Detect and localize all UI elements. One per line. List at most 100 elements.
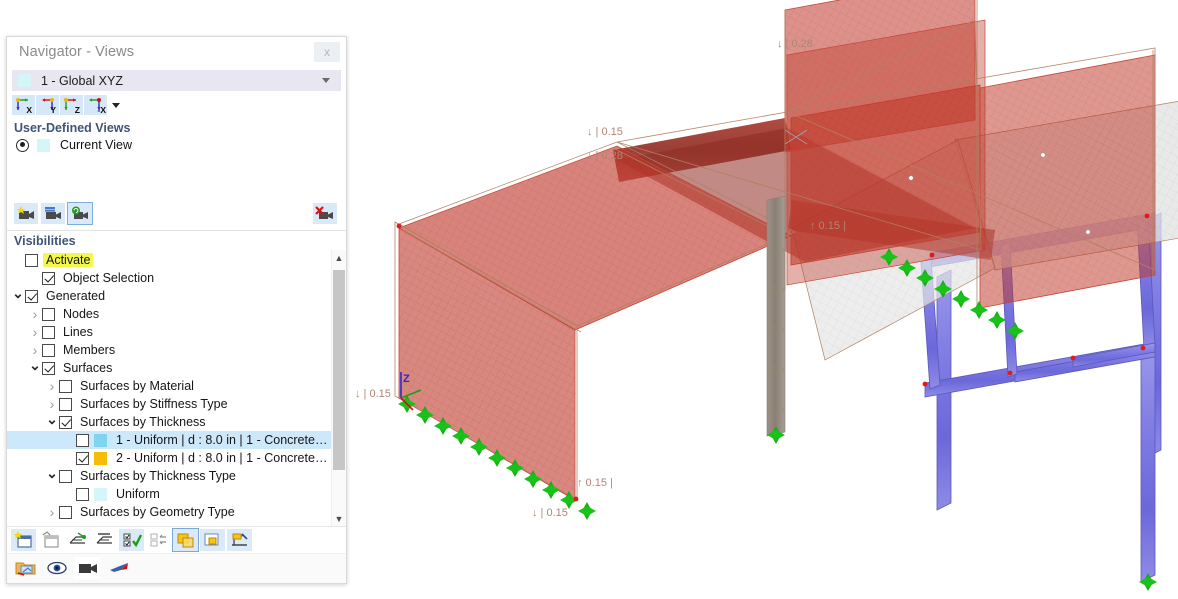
tree-item-checkbox[interactable]	[76, 488, 89, 501]
tree-item-label: Surfaces by Geometry Type	[77, 505, 238, 519]
single-visibility-icon[interactable]	[200, 529, 225, 551]
tree-item-label: Surfaces by Thickness Type	[77, 469, 239, 483]
tree-item-checkbox[interactable]	[25, 254, 38, 267]
tree-item-checkbox[interactable]	[42, 308, 55, 321]
tree-item-color-swatch	[94, 488, 107, 501]
scroll-up-icon[interactable]: ▲	[332, 250, 346, 265]
new-visibility-icon[interactable]	[11, 529, 36, 551]
tree-item-checkbox[interactable]	[42, 326, 55, 339]
view-neg-x-button[interactable]: -X	[84, 95, 107, 115]
tree-item-checkbox[interactable]	[42, 362, 55, 375]
tree-item[interactable]: Nodes	[7, 305, 331, 323]
axis-view-toolbar: X Y Z	[7, 93, 346, 118]
visibilities-heading: Visibilities	[7, 231, 346, 250]
tree-item-label: Generated	[43, 289, 108, 303]
hide-objects-icon[interactable]	[92, 529, 117, 551]
tree-item-label: Nodes	[60, 307, 102, 321]
view-z-letter: Z	[75, 106, 80, 115]
view-x-letter: X	[26, 106, 32, 115]
multiple-visibility-icon[interactable]	[173, 529, 198, 551]
views-tab-icon[interactable]	[13, 557, 38, 579]
tree-item-checkbox[interactable]	[42, 344, 55, 357]
tree-item[interactable]: Lines	[7, 323, 331, 341]
tree-item-checkbox[interactable]	[25, 290, 38, 303]
camera-tab-icon[interactable]	[75, 557, 100, 579]
tree-item[interactable]: Surfaces by Geometry Type	[7, 503, 331, 521]
axis-label-z: Z	[403, 373, 410, 385]
close-icon[interactable]: x	[314, 42, 340, 62]
views-list-empty-space	[7, 153, 346, 201]
page-title: Navigator - Views	[19, 44, 314, 60]
delete-view-camera-icon[interactable]	[313, 203, 337, 224]
tree-item[interactable]: Uniform	[7, 485, 331, 503]
tree-item-label: Activate	[43, 253, 93, 267]
navigator-views-panel: Navigator - Views x 1 - Global XYZ X	[6, 36, 347, 584]
tree-item-checkbox[interactable]	[59, 416, 72, 429]
tree-item[interactable]: 1 - Uniform | d : 8.0 in | 1 - Concrete …	[7, 431, 331, 449]
refresh-view-camera-icon[interactable]	[68, 203, 92, 224]
tree-item[interactable]: Object Selection	[7, 269, 331, 287]
visibilities-tree[interactable]: Activate Object Selection Generated Nodes Li…	[7, 250, 331, 526]
visibility-tab-icon[interactable]	[44, 557, 69, 579]
user-defined-view-item[interactable]: Current View	[7, 137, 346, 153]
new-view-camera-icon[interactable]	[14, 203, 38, 224]
navigator-tabs-toolbar	[7, 553, 346, 583]
view-neg-x-letter: -X	[98, 106, 107, 115]
tree-item-checkbox[interactable]	[59, 398, 72, 411]
tree-item-color-swatch	[94, 434, 107, 447]
scroll-down-icon[interactable]: ▼	[332, 511, 346, 526]
clipping-tab-icon[interactable]	[106, 557, 131, 579]
visibility-settings-icon[interactable]	[227, 529, 252, 551]
model-viewport-3d[interactable]: Z ↓ | 0.28 ↓ | 0.15 ↓ | 0.28 ↑ 0.15 | ↓ …	[355, 0, 1178, 599]
tree-item[interactable]: Surfaces by Thickness	[7, 413, 331, 431]
tree-item-checkbox[interactable]	[59, 506, 72, 519]
load-label: ↑ 0.15 |	[577, 477, 613, 489]
tree-scrollbar[interactable]: ▲ ▼	[331, 250, 346, 526]
chevron-down-icon[interactable]	[11, 289, 25, 304]
structural-model-svg[interactable]: Z	[355, 0, 1178, 599]
tree-item[interactable]: Surfaces by Thickness Type	[7, 467, 331, 485]
camera-delete-glyph	[315, 206, 335, 222]
tree-item-label: Surfaces	[60, 361, 115, 375]
chevron-right-icon[interactable]	[28, 307, 42, 322]
chevron-down-icon[interactable]	[322, 78, 330, 83]
tree-item-checkbox[interactable]	[76, 452, 89, 465]
tree-item-label: Surfaces by Thickness	[77, 415, 209, 429]
chevron-right-icon[interactable]	[45, 397, 59, 412]
scrollbar-track[interactable]	[332, 265, 346, 511]
view-select-dropdown[interactable]: 1 - Global XYZ	[12, 70, 341, 91]
view-z-button[interactable]: Z	[60, 95, 83, 115]
load-label: ↓ | 0.28	[587, 150, 623, 162]
save-view-camera-icon[interactable]	[41, 203, 65, 224]
camera-refresh-glyph	[70, 206, 90, 222]
tree-item-checkbox[interactable]	[59, 380, 72, 393]
select-all-icon[interactable]	[119, 529, 144, 551]
tree-item[interactable]: Surfaces by Material	[7, 377, 331, 395]
chevron-down-icon[interactable]	[45, 469, 59, 484]
chevron-down-icon[interactable]	[45, 415, 59, 430]
show-hidden-icon[interactable]	[65, 529, 90, 551]
deselect-all-icon[interactable]	[146, 529, 171, 551]
chevron-down-icon[interactable]	[28, 361, 42, 376]
chevron-right-icon[interactable]	[28, 325, 42, 340]
chevron-right-icon[interactable]	[45, 505, 59, 520]
visibilities-tree-wrap: Activate Object Selection Generated Nodes Li…	[7, 250, 346, 526]
edit-visibility-icon[interactable]	[38, 529, 63, 551]
tree-item[interactable]: Members	[7, 341, 331, 359]
tree-item[interactable]: Generated	[7, 287, 331, 305]
chevron-right-icon[interactable]	[28, 343, 42, 358]
tree-item[interactable]: Surfaces	[7, 359, 331, 377]
chevron-right-icon[interactable]	[45, 379, 59, 394]
tree-item[interactable]: Activate	[7, 251, 331, 269]
tree-item-checkbox[interactable]	[42, 272, 55, 285]
current-view-radio[interactable]	[16, 139, 29, 152]
load-label: ↑ 0.15 |	[810, 220, 846, 232]
tree-item-checkbox[interactable]	[76, 434, 89, 447]
tree-item-checkbox[interactable]	[59, 470, 72, 483]
view-y-button[interactable]: Y	[36, 95, 59, 115]
view-x-button[interactable]: X	[12, 95, 35, 115]
gray-column	[767, 196, 785, 436]
tree-item-label: 2 - Uniform | d : 8.0 in | 1 - Concrete …	[113, 451, 331, 465]
view-more-dropdown-icon[interactable]	[112, 103, 120, 108]
scrollbar-thumb[interactable]	[333, 270, 345, 470]
